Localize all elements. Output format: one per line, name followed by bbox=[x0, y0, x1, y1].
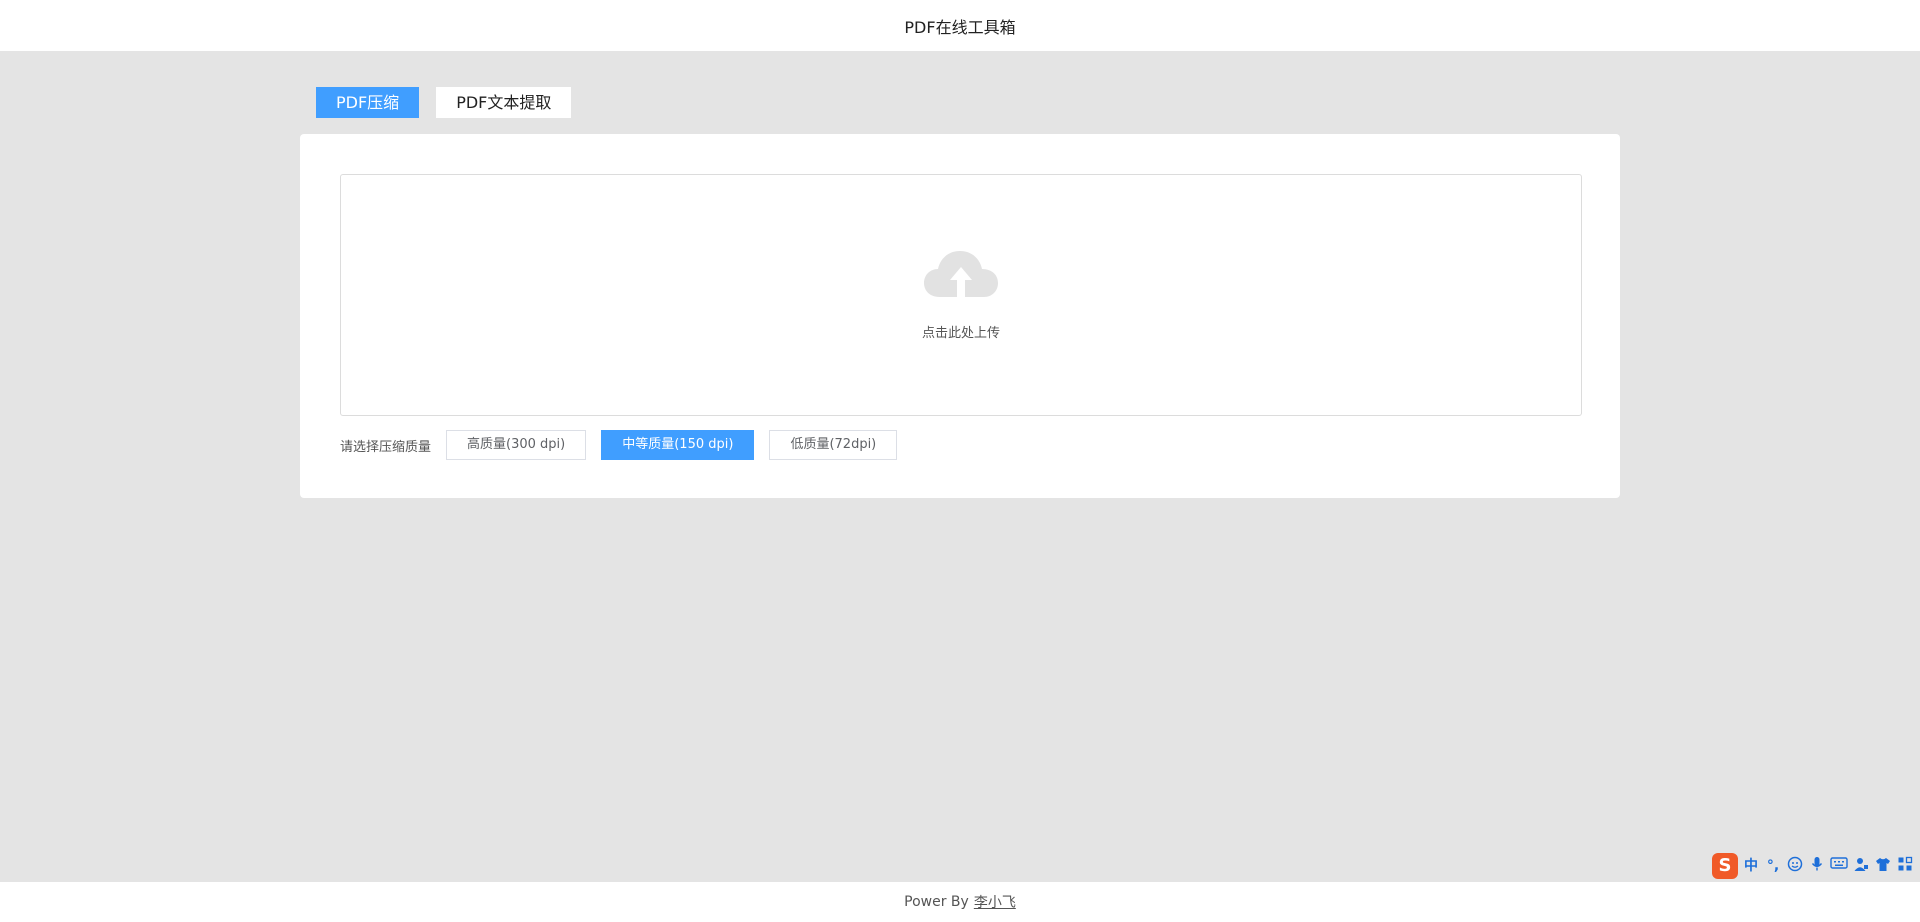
keyboard-icon[interactable] bbox=[1830, 856, 1848, 876]
ime-toolbar: S 中 °, bbox=[1712, 852, 1914, 880]
app-header: PDF在线工具箱 bbox=[0, 0, 1920, 51]
quality-medium-button[interactable]: 中等质量(150 dpi) bbox=[601, 430, 755, 460]
main-panel: 点击此处上传 请选择压缩质量 高质量(300 dpi) 中等质量(150 dpi… bbox=[300, 134, 1620, 498]
upload-hint: 点击此处上传 bbox=[921, 326, 1000, 341]
user-icon[interactable] bbox=[1852, 856, 1870, 876]
grid-icon[interactable] bbox=[1896, 856, 1914, 876]
footer: Power By 李小飞 bbox=[0, 882, 1920, 922]
emoji-icon[interactable] bbox=[1786, 856, 1804, 876]
quality-selector: 请选择压缩质量 高质量(300 dpi) 中等质量(150 dpi) 低质量(7… bbox=[340, 430, 912, 460]
upload-dropzone[interactable]: 点击此处上传 bbox=[340, 174, 1582, 416]
quality-low-button[interactable]: 低质量(72dpi) bbox=[769, 430, 898, 460]
microphone-icon[interactable] bbox=[1808, 856, 1826, 876]
cloud-upload-icon bbox=[924, 251, 998, 297]
page-title: PDF在线工具箱 bbox=[904, 17, 1016, 37]
sogou-logo-icon[interactable]: S bbox=[1712, 853, 1738, 879]
ime-punctuation-toggle[interactable]: °, bbox=[1764, 856, 1782, 876]
tab-pdf-compress[interactable]: PDF压缩 bbox=[316, 87, 420, 118]
ime-mode-toggle[interactable]: 中 bbox=[1742, 856, 1760, 876]
author-link[interactable]: 李小飞 bbox=[974, 892, 1016, 912]
quality-high-button[interactable]: 高质量(300 dpi) bbox=[446, 430, 587, 460]
quality-label: 请选择压缩质量 bbox=[340, 440, 432, 455]
footer-prefix: Power By bbox=[904, 894, 969, 910]
tab-bar: PDF压缩 PDF文本提取 bbox=[316, 87, 572, 118]
skin-icon[interactable] bbox=[1874, 856, 1892, 876]
tab-pdf-text-extract[interactable]: PDF文本提取 bbox=[436, 87, 572, 118]
